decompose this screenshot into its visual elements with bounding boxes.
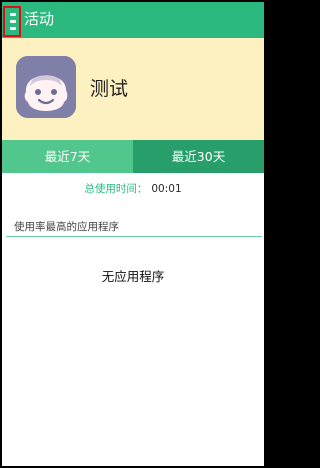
empty-state-text: 无应用程序	[101, 269, 165, 284]
total-usage-label: 总使用时间：	[84, 183, 148, 195]
tab-last-30-days[interactable]: 最近30天	[133, 140, 264, 173]
screen: 活动 测试 最近7天 最近30天 总使用时间： 00:01 使用率最高的应用程序…	[2, 2, 264, 466]
avatar[interactable]	[16, 56, 76, 118]
profile-header: 测试	[2, 38, 264, 140]
total-usage-time: 总使用时间： 00:01	[2, 182, 264, 196]
page-title: 活动	[24, 10, 55, 28]
baby-face-avatar-icon	[16, 56, 76, 118]
app-bar: 活动	[2, 2, 264, 38]
hamburger-menu-icon	[10, 13, 16, 30]
period-tabs: 最近7天 最近30天	[2, 140, 264, 173]
menu-button[interactable]	[3, 6, 21, 37]
user-name: 测试	[90, 78, 129, 100]
total-usage-value: 00:01	[151, 183, 182, 195]
tab-last-7-days[interactable]: 最近7天	[2, 140, 133, 173]
section-divider	[6, 236, 262, 237]
device-frame: 活动 测试 最近7天 最近30天 总使用时间： 00:01 使用率最高的应用程序…	[0, 0, 266, 468]
top-apps-heading: 使用率最高的应用程序	[14, 221, 119, 233]
